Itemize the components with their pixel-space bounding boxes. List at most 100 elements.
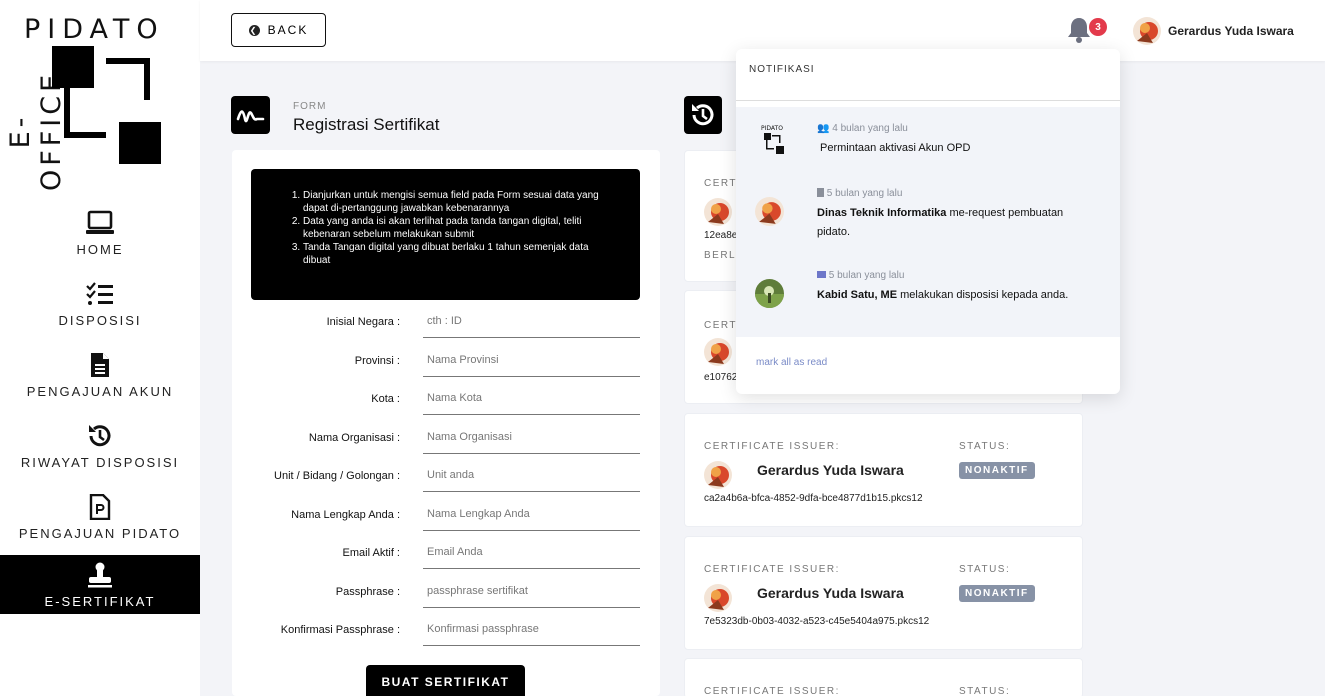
- logo-word-pidato: PIDATO: [24, 14, 165, 45]
- form-notice: Dianjurkan untuk mengisi semua field pad…: [251, 169, 640, 300]
- certificate-status-label: STATUS:: [959, 686, 1011, 696]
- field-label: Nama Lengkap Anda :: [291, 509, 400, 521]
- field-label: Konfirmasi Passphrase :: [280, 624, 400, 636]
- field-label: Email Aktif :: [342, 547, 400, 559]
- field-label: Passphrase :: [335, 586, 400, 598]
- avatar: [755, 279, 784, 308]
- sidebar-item-disposisi[interactable]: DISPOSISI: [0, 268, 200, 339]
- file-p-icon: [85, 492, 115, 522]
- envelope-icon: [817, 271, 826, 278]
- inisial-negara-input[interactable]: [423, 304, 640, 338]
- logo-mark: [52, 46, 94, 88]
- notification-text: Permintaan aktivasi Akun OPD: [820, 142, 971, 154]
- notification-item[interactable]: PIDATO 👥 4 bulan yang lalu Permintaan ak…: [736, 123, 1120, 173]
- certificate-issuer-name: Gerardus Yuda Iswara: [757, 462, 904, 478]
- sidebar-item-e-sertifikat[interactable]: E-SERTIFIKAT: [0, 555, 200, 614]
- avatar: [755, 197, 784, 226]
- notification-item[interactable]: 5 bulan yang lalu Dinas Teknik Informati…: [736, 188, 1120, 248]
- avatar: [704, 338, 732, 366]
- user-menu[interactable]: Gerardus Yuda Iswara: [1133, 17, 1294, 45]
- notification-text: melakukan disposisi kepada anda.: [897, 289, 1069, 301]
- form-row-nama-organisasi: Nama Organisasi :: [232, 420, 660, 458]
- notification-message: Dinas Teknik Informatika me-request pemb…: [817, 204, 1097, 242]
- status-badge: NONAKTIF: [959, 585, 1035, 602]
- confirm-passphrase-input[interactable]: [423, 612, 640, 646]
- passphrase-input[interactable]: [423, 574, 640, 608]
- unit-input[interactable]: [423, 458, 640, 492]
- divider: [736, 100, 1120, 101]
- notification-list: PIDATO 👥 4 bulan yang lalu Permintaan ak…: [736, 107, 1120, 337]
- certificate-file: 12ea8e: [704, 230, 738, 241]
- pidato-logo[interactable]: PIDATO E-OFFICE: [5, 14, 172, 191]
- page-title: Registrasi Sertifikat: [293, 115, 440, 134]
- certificate-card[interactable]: CERTIFICATE ISSUER: STATUS: Gerardus Yud…: [684, 413, 1083, 527]
- certificate-issuer-label: CERTIFICATE ISSUER:: [704, 564, 840, 575]
- back-button[interactable]: ❮ BACK: [231, 13, 326, 47]
- nama-organisasi-input[interactable]: [423, 420, 640, 454]
- field-label: Nama Organisasi :: [308, 432, 400, 444]
- document-icon: [85, 350, 115, 380]
- sidebar: PIDATO E-OFFICE HOME DISPOSISI PENGAJUAN…: [0, 0, 200, 696]
- notification-message: Permintaan aktivasi Akun OPD: [817, 139, 1097, 158]
- sidebar-item-riwayat-disposisi[interactable]: RIWAYAT DISPOSISI: [0, 410, 200, 481]
- avatar: [704, 198, 732, 226]
- sidebar-item-pengajuan-akun[interactable]: PENGAJUAN AKUN: [0, 339, 200, 410]
- user-name: Gerardus Yuda Iswara: [1168, 24, 1294, 38]
- certificate-card[interactable]: CERTIFICATE ISSUER: STATUS:: [684, 658, 1083, 696]
- certificate-status-label: STATUS:: [959, 564, 1011, 575]
- notification-title: NOTIFIKASI: [749, 64, 815, 75]
- certificate-issuer-label: CERTIFICATE ISSUER:: [704, 686, 840, 696]
- pidato-logo-thumb: PIDATO: [755, 123, 789, 157]
- sidebar-item-home[interactable]: HOME: [0, 197, 200, 268]
- logo-mark: [144, 58, 150, 100]
- avatar: [1133, 17, 1161, 45]
- form-row-konfirmasi-passphrase: Konfirmasi Passphrase :: [232, 612, 660, 650]
- svg-text:PIDATO: PIDATO: [761, 125, 783, 132]
- notification-time: 5 bulan yang lalu: [817, 188, 902, 199]
- notification-time-text: 5 bulan yang lalu: [828, 270, 905, 281]
- form-row-nama-lengkap: Nama Lengkap Anda :: [232, 497, 660, 535]
- back-button-label: BACK: [267, 23, 309, 37]
- status-badge: NONAKTIF: [959, 462, 1035, 479]
- email-field[interactable]: [423, 535, 640, 569]
- certificate-file: 7e5323db-0b03-4032-a523-c45e5404a975.pkc…: [704, 616, 930, 627]
- notice-item: Tanda Tangan digital yang dibuat berlaku…: [303, 241, 616, 267]
- provinsi-input[interactable]: [423, 343, 640, 377]
- users-icon: 👥: [817, 123, 830, 134]
- certificate-card[interactable]: CERTIFICATE ISSUER: STATUS: Gerardus Yud…: [684, 536, 1083, 650]
- form-row-inisial-negara: Inisial Negara :: [232, 304, 660, 342]
- form-row-passphrase: Passphrase :: [232, 574, 660, 612]
- sidebar-item-label: RIWAYAT DISPOSISI: [20, 455, 180, 470]
- certificate-issuer-name: Gerardus Yuda Iswara: [757, 585, 904, 601]
- form-eyebrow: FORM: [293, 101, 327, 112]
- checklist-icon: [85, 279, 115, 309]
- kota-input[interactable]: [423, 381, 640, 415]
- certificate-status-label: STATUS:: [959, 441, 1011, 452]
- notification-dropdown: NOTIFIKASI PIDATO 👥 4 bulan yang lalu Pe…: [736, 49, 1120, 394]
- sidebar-item-label: PENGAJUAN PIDATO: [18, 526, 182, 541]
- mark-all-read-link[interactable]: mark all as read: [756, 357, 827, 368]
- registration-form-card: Dianjurkan untuk mengisi semua field pad…: [232, 150, 660, 696]
- sidebar-item-label: E-SERTIFIKAT: [44, 594, 156, 609]
- notification-time-text: 5 bulan yang lalu: [826, 188, 903, 199]
- certificate-issuer-label: CERTIFICATE ISSUER:: [704, 441, 840, 452]
- notification-time-text: 4 bulan yang lalu: [832, 123, 908, 134]
- field-label: Inisial Negara :: [326, 316, 400, 328]
- form-row-provinsi: Provinsi :: [232, 343, 660, 381]
- field-label: Unit / Bidang / Golongan :: [274, 470, 400, 482]
- nama-lengkap-input[interactable]: [423, 497, 640, 531]
- form-row-kota: Kota :: [232, 381, 660, 419]
- field-label: Kota :: [371, 393, 400, 405]
- certificate-file: ca2a4b6a-bfca-4852-9dfa-bce4877d1b15.pkc…: [704, 493, 923, 504]
- avatar: [704, 461, 732, 489]
- notification-time: 👥 4 bulan yang lalu: [817, 123, 908, 134]
- sidebar-item-pengajuan-pidato[interactable]: PENGAJUAN PIDATO: [0, 481, 200, 552]
- notice-item: Dianjurkan untuk mengisi semua field pad…: [303, 189, 616, 215]
- logo-mark: [119, 122, 161, 164]
- back-arrow-icon: ❮: [248, 24, 260, 36]
- sidebar-item-label: HOME: [76, 242, 124, 257]
- notification-item[interactable]: 5 bulan yang lalu Kabid Satu, ME melakuk…: [736, 270, 1120, 330]
- notice-item: Data yang anda isi akan terlihat pada ta…: [303, 215, 616, 241]
- notification-count-badge: 3: [1089, 18, 1107, 36]
- create-certificate-button[interactable]: BUAT SERTIFIKAT: [366, 665, 525, 696]
